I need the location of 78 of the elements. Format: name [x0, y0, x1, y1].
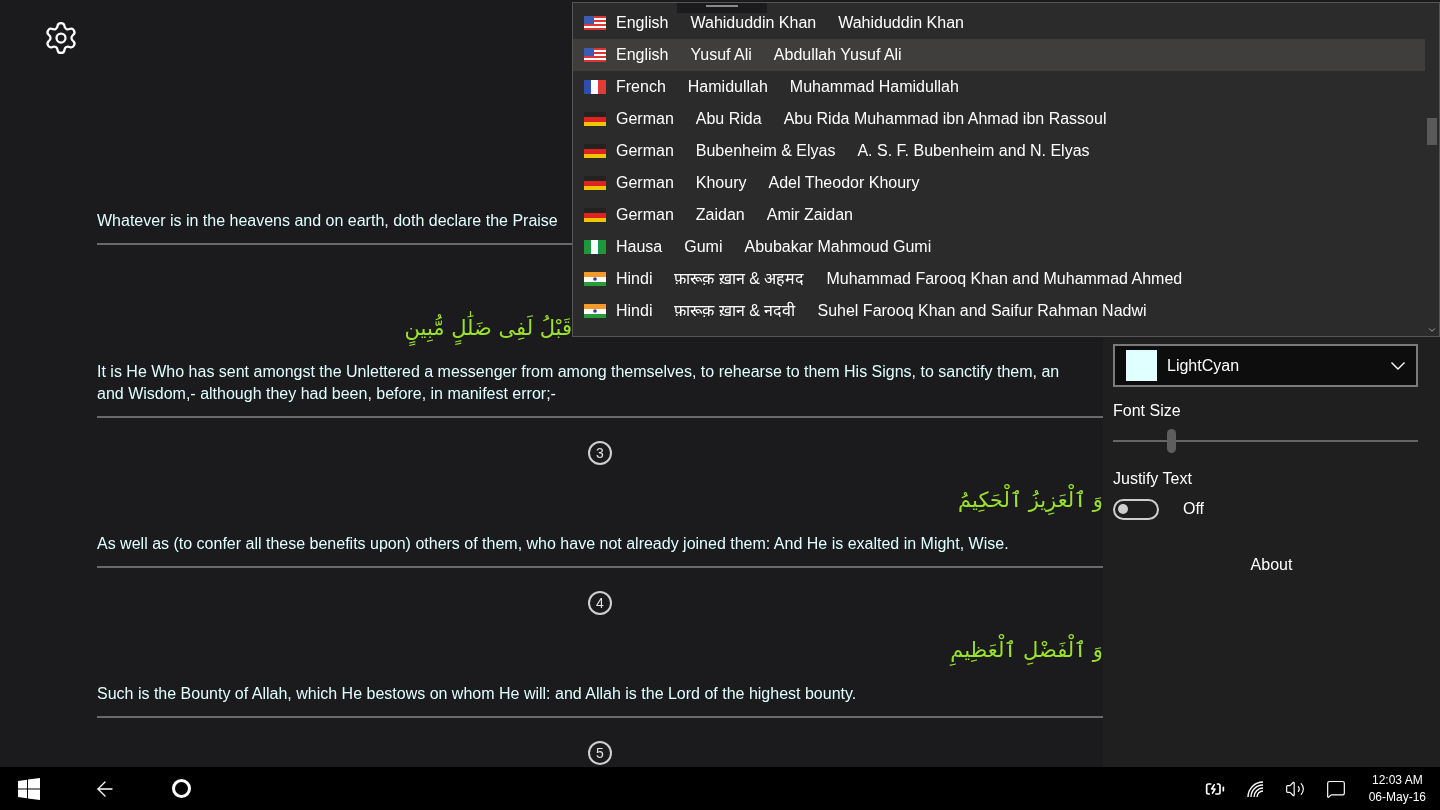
flag-icon	[584, 80, 606, 94]
translator-full-name: A. S. F. Bubenheim and N. Elyas	[857, 141, 1090, 161]
verse-number: 5	[588, 741, 612, 765]
translation-option[interactable]: German Abu Rida Abu Rida Muhammad ibn Ahmad ibn Rassoul	[573, 103, 1425, 135]
flag-icon	[584, 304, 606, 318]
arabic-verse: قَبْلُ لَفِى ضَلَٰلٍ مُّبِينٍ	[404, 311, 572, 345]
flag-icon	[584, 272, 606, 286]
language-label: French	[616, 77, 666, 97]
settings-icon	[43, 20, 79, 56]
flag-icon	[584, 112, 606, 126]
flag-icon	[584, 48, 606, 62]
font-size-label: Font Size	[1113, 401, 1181, 421]
language-label: English	[616, 45, 669, 65]
translator-full-name: Abubakar Mahmoud Gumi	[744, 237, 932, 257]
language-label: Hindi	[616, 269, 653, 289]
language-label: German	[616, 205, 674, 225]
language-label: Hindi	[616, 301, 653, 321]
translator-short-name: Bubenheim & Elyas	[695, 141, 836, 161]
translation-option[interactable]: English Wahiduddin Khan Wahiduddin Khan	[573, 7, 1425, 39]
arabic-verse: وَ ٱلْعَزِيزُ ٱلْحَكِيمُ	[958, 483, 1103, 517]
flag-icon	[584, 240, 606, 254]
translator-short-name: Yusuf Ali	[690, 45, 752, 65]
language-label: German	[616, 141, 674, 161]
verse-number: 3	[588, 441, 612, 465]
language-label: German	[616, 173, 674, 193]
flag-icon	[584, 208, 606, 222]
notification-icon[interactable]	[1325, 778, 1346, 799]
language-label: German	[616, 109, 674, 129]
translator-short-name: Hamidullah	[687, 77, 768, 97]
translation-text: Whatever is in the heavens and on earth, doth declare the Praise	[97, 211, 558, 231]
translation-option[interactable]: Hausa Gumi Abubakar Mahmoud Gumi	[573, 231, 1425, 263]
scrollbar-thumb[interactable]	[1427, 118, 1437, 145]
translator-short-name: Khoury	[695, 173, 747, 193]
translator-full-name: Abu Rida Muhammad ibn Ahmad ibn Rassoul	[783, 109, 1107, 129]
justify-text-label: Justify Text	[1113, 469, 1192, 489]
translator-full-name: Amir Zaidan	[766, 205, 853, 225]
scroll-down-icon[interactable]	[1427, 325, 1437, 335]
font-size-slider[interactable]	[1113, 429, 1418, 453]
translation-text: Such is the Bounty of Allah, which He bestows on whom He will: and Allah is the Lord of the highest bounty.	[97, 684, 857, 704]
translation-option[interactable]: Hindi फ़ारूक़ ख़ान & अहमद Muhammad Farooq Khan and Muhammad Ahmed	[573, 263, 1425, 295]
translation-option[interactable]: German Zaidan Amir Zaidan	[573, 199, 1425, 231]
translation-text: It is He Who has sent amongst the Unlettered a messenger from among themselves, to rehearse to them His Signs, to sanctify them, an	[97, 362, 1060, 382]
translator-full-name: Muhammad Farooq Khan and Muhammad Ahmed	[826, 269, 1183, 289]
flag-icon	[584, 144, 606, 158]
wifi-icon[interactable]	[1245, 779, 1264, 798]
translator-full-name: Adel Theodor Khoury	[768, 173, 920, 193]
translator-full-name: Wahiduddin Khan	[838, 13, 964, 33]
language-label: Hausa	[616, 237, 663, 257]
flag-icon	[584, 16, 606, 30]
flag-icon	[584, 176, 606, 190]
justify-toggle[interactable]	[1113, 498, 1159, 520]
language-label: English	[616, 13, 669, 33]
toggle-state: Off	[1183, 499, 1205, 519]
translator-short-name: Abu Rida	[695, 109, 762, 129]
translator-full-name: Suhel Farooq Khan and Saifur Rahman Nadwi	[817, 301, 1147, 321]
color-select[interactable]: LightCyan	[1113, 344, 1418, 387]
translator-short-name: Zaidan	[695, 205, 745, 225]
verse-number: 4	[588, 591, 612, 615]
translator-short-name: Gumi	[684, 237, 723, 257]
chevron-down-icon	[1391, 361, 1405, 370]
translation-option[interactable]: English Yusuf Ali Abdullah Yusuf Ali	[573, 39, 1425, 71]
translator-short-name: फ़ारूक़ ख़ान & नदवी	[674, 300, 796, 321]
slider-thumb[interactable]	[1166, 429, 1176, 453]
translator-short-name: फ़ारूक़ ख़ान & अहमद	[674, 269, 805, 289]
translator-full-name: Abdullah Yusuf Ali	[773, 45, 902, 65]
translator-full-name: Muhammad Hamidullah	[789, 77, 959, 97]
translation-option[interactable]: French Hamidullah Muhammad Hamidullah	[573, 71, 1425, 103]
translator-short-name: Wahiduddin Khan	[690, 13, 817, 33]
about-button[interactable]: About	[1250, 553, 1293, 577]
translation-text: and Wisdom,- although they had been, before, in manifest error;-	[97, 384, 556, 404]
clock[interactable]: 12:03 AM 06-May-16	[1368, 771, 1426, 806]
translation-option[interactable]: Hindi फ़ारूक़ ख़ान & नदवी Suhel Farooq Khan and Saifur Rahman Nadwi	[573, 295, 1425, 327]
arabic-verse: وَ ٱلْفَضْلِ ٱلْعَظِيمِ	[950, 633, 1103, 667]
drag-handle[interactable]	[677, 3, 767, 13]
translation-text: As well as (to confer all these benefits upon) others of them, who have not already joined them: And He is exalted in Might, Wise.	[97, 534, 1009, 554]
windows-icon	[18, 777, 40, 800]
translation-option[interactable]: German Khoury Adel Theodor Khoury	[573, 167, 1425, 199]
translation-option[interactable]: German Bubenheim & Elyas A. S. F. Bubenheim and N. Elyas	[573, 135, 1425, 167]
